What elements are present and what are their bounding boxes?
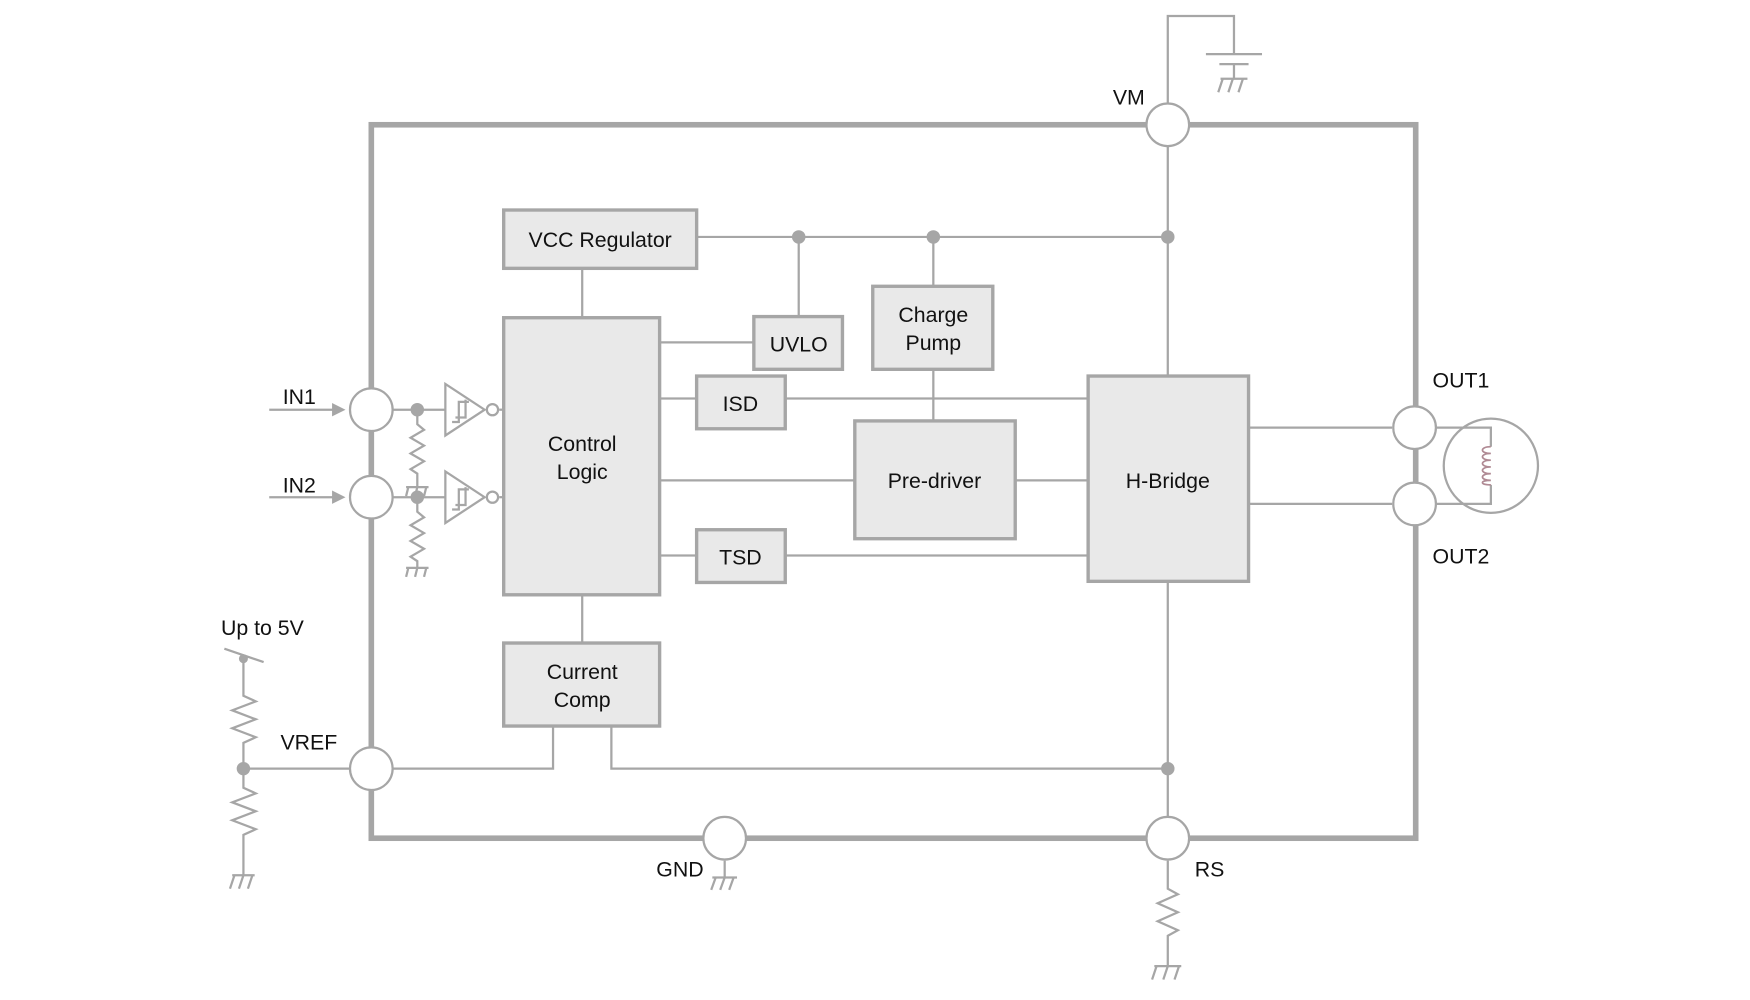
svg-text:Pump: Pump (906, 331, 962, 355)
svg-text:H-Bridge: H-Bridge (1126, 469, 1210, 493)
rs-sense-resistor (1151, 860, 1182, 980)
vcc-regulator-block: VCC Regulator (502, 208, 699, 271)
uvlo-block: UVLO (752, 314, 845, 371)
in2-label: IN2 (283, 474, 316, 498)
control-logic-block: Control Logic (502, 316, 662, 597)
out2-pin (1392, 481, 1438, 527)
svg-text:Pre-driver: Pre-driver (888, 469, 982, 493)
vm-label: VM (1113, 86, 1145, 110)
vref-label: VREF (280, 731, 337, 755)
svg-text:UVLO: UVLO (770, 332, 828, 356)
out2-label: OUT2 (1433, 544, 1490, 568)
tsd-block: TSD (694, 528, 787, 585)
out1-pin (1392, 405, 1438, 451)
vref-pin (348, 746, 394, 792)
svg-text:Current: Current (547, 660, 618, 684)
gnd-label: GND (656, 857, 703, 881)
in2-pin (348, 474, 394, 520)
svg-text:Comp: Comp (554, 688, 611, 712)
charge-pump-block: Charge Pump (871, 284, 995, 371)
in1-label: IN1 (283, 385, 316, 409)
gnd-ground-symbol (710, 860, 738, 891)
rs-label: RS (1195, 857, 1225, 881)
pulldown-resistor-in2 (405, 497, 429, 578)
schmitt-buffer-in1 (444, 381, 500, 438)
in1-pin (348, 387, 394, 433)
motor-icon (1435, 417, 1540, 515)
svg-text:Logic: Logic (557, 460, 608, 484)
svg-text:TSD: TSD (719, 546, 762, 570)
gnd-pin (702, 815, 748, 861)
h-bridge-block: H-Bridge (1086, 374, 1251, 584)
svg-text:Control: Control (548, 432, 617, 456)
svg-text:ISD: ISD (723, 392, 759, 416)
isd-block: ISD (694, 374, 787, 431)
pre-driver-block: Pre-driver (853, 419, 1017, 541)
current-comp-block: Current Comp (502, 641, 662, 728)
block-diagram: VCC Regulator Control Logic UVLO ISD TSD… (221, 14, 1540, 980)
svg-text:VCC Regulator: VCC Regulator (529, 228, 672, 252)
vref-divider (223, 647, 350, 890)
svg-text:Charge: Charge (898, 303, 968, 327)
pulldown-resistor-in1 (405, 409, 429, 497)
vm-pin (1145, 102, 1191, 148)
out1-label: OUT1 (1433, 368, 1490, 392)
rs-pin (1145, 815, 1191, 861)
vref-supply-label: Up to 5V (221, 616, 305, 640)
schmitt-buffer-in2 (444, 469, 500, 526)
vm-bypass-capacitor (1166, 14, 1263, 104)
